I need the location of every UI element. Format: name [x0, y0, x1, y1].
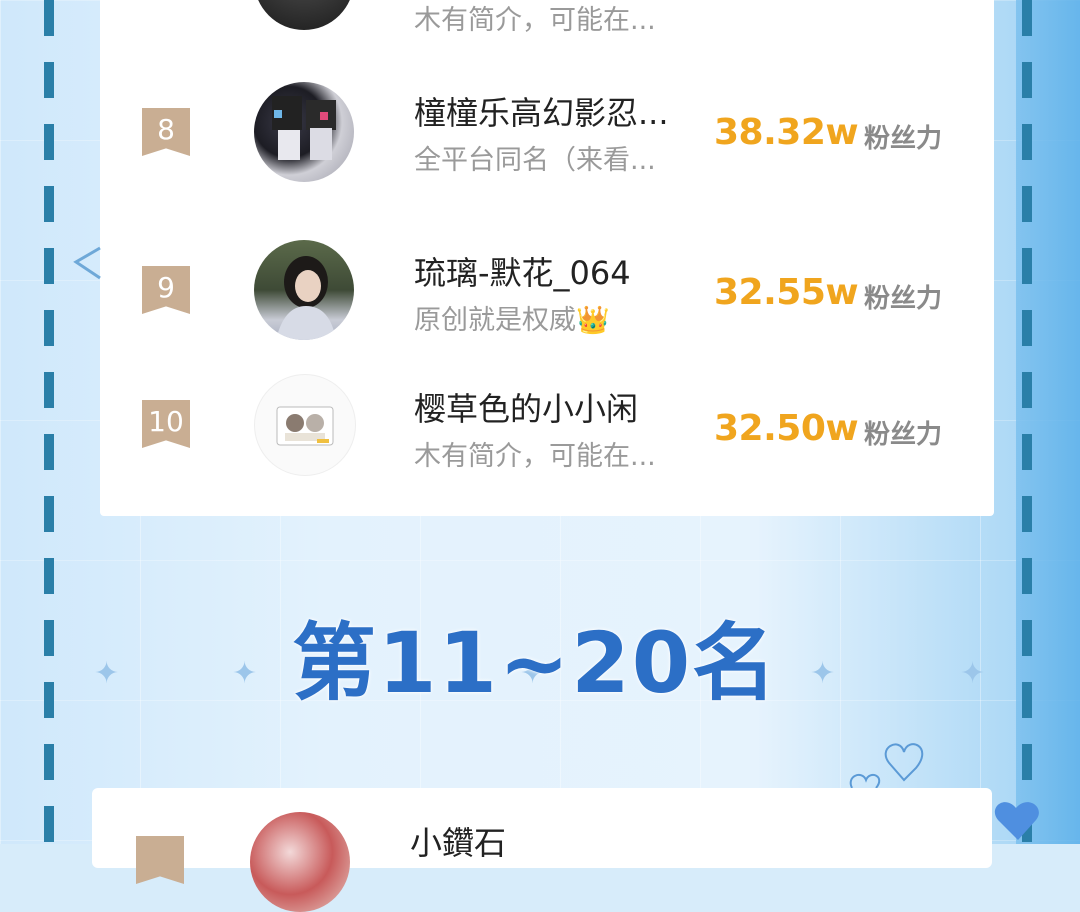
fan-score-unit: 粉丝力 — [864, 420, 943, 450]
user-intro: 全平台同名（来看... — [414, 145, 656, 176]
avatar[interactable] — [254, 0, 354, 30]
ranking-row[interactable]: 8 橦橦乐高幻影忍... 全平台同名（来看... 38.32w 粉丝力 — [100, 74, 994, 184]
ranking-card: 小鑽石 — [92, 788, 992, 912]
user-name[interactable]: 樱草色的小小闲 — [414, 384, 638, 430]
user-intro: 原创就是权威👑 — [414, 305, 610, 336]
dashed-border-left — [44, 0, 54, 844]
rank-badge — [136, 836, 184, 884]
ranking-row[interactable]: 木有简介，可能在... — [100, 0, 994, 40]
fan-score-unit: 粉丝力 — [864, 284, 943, 314]
avatar-image-icon — [276, 256, 336, 340]
avatar[interactable] — [254, 240, 354, 340]
rank-badge: 8 — [142, 108, 190, 156]
user-intro: 木有简介，可能在... — [414, 441, 656, 472]
fan-score: 32.55w — [714, 272, 859, 313]
avatar[interactable] — [254, 82, 354, 182]
ranking-row[interactable]: 9 琉璃-默花_064 原创就是权威👑 32.55w 粉丝力 — [100, 234, 994, 344]
ranking-row[interactable]: 10 樱草色的小小闲 木有简介，可能在... 32.50w 粉丝力 — [100, 370, 994, 480]
dashed-border-right — [1022, 0, 1032, 844]
avatar[interactable] — [250, 812, 350, 912]
user-name[interactable]: 小鑽石 — [410, 818, 506, 864]
avatar-image-icon — [276, 406, 334, 446]
fan-score-unit: 粉丝力 — [864, 124, 943, 154]
heart-icon — [994, 802, 1039, 840]
fan-score: 38.32w — [714, 112, 859, 153]
avatar-image-icon — [272, 96, 336, 160]
sparkle-icon: ✦ — [960, 656, 986, 691]
user-name[interactable]: 橦橦乐高幻影忍... — [414, 88, 669, 134]
rank-badge: 9 — [142, 266, 190, 314]
ranking-card: 木有简介，可能在... 8 橦橦乐高幻影忍... 全平台同名（来看... 38.… — [100, 0, 994, 516]
user-name[interactable]: 琉璃-默花_064 — [414, 248, 631, 294]
fan-score: 32.50w — [714, 408, 859, 449]
user-intro: 木有简介，可能在... — [414, 5, 656, 36]
rank-badge: 10 — [142, 400, 190, 448]
sparkle-icon: ✦ — [810, 656, 836, 691]
avatar[interactable] — [254, 374, 356, 476]
arrow-decoration-icon — [73, 246, 101, 280]
sparkle-icon: ✦ — [232, 656, 258, 691]
section-title: 第11~20名 — [292, 614, 779, 712]
sparkle-icon: ✦ — [94, 656, 120, 691]
